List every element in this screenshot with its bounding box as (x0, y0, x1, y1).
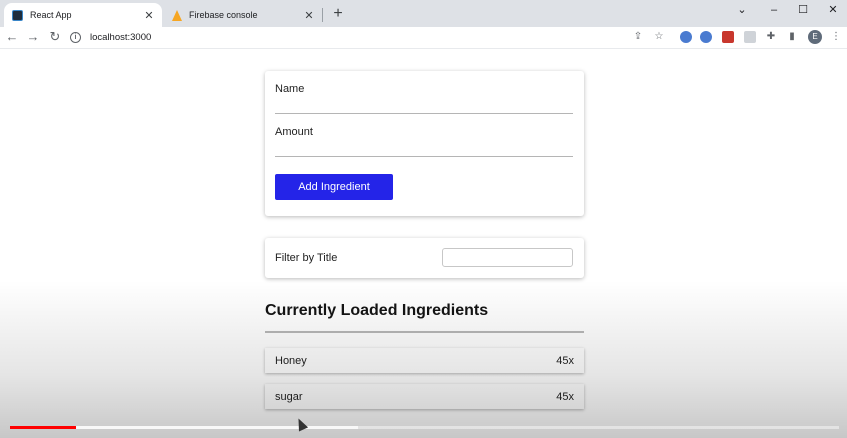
tab-title: Firebase console (189, 10, 258, 20)
ingredient-title: Honey (275, 354, 307, 367)
video-played-bar (10, 426, 77, 429)
back-arrow-icon[interactable]: ← (4, 29, 20, 45)
amount-input[interactable] (275, 156, 573, 157)
filter-card: Filter by Title (265, 238, 584, 278)
translate-extension-icon[interactable] (700, 31, 712, 43)
extension-icon[interactable] (680, 31, 692, 43)
site-info-icon[interactable]: i (70, 32, 81, 43)
ingredient-amount: 45x (556, 354, 574, 367)
bookmark-star-icon[interactable]: ☆ (653, 31, 665, 43)
browser-toolbar: ← → ↻ i localhost:3000 ⇪ ☆ ✚ ▮ E ⋮ (0, 27, 847, 49)
ingredients-heading: Currently Loaded Ingredients (265, 302, 489, 319)
forward-arrow-icon[interactable]: → (25, 29, 41, 45)
minimize-button[interactable]: – (761, 2, 787, 18)
browser-tabstrip: React App ✕ Firebase console ✕ + ⌄ – ☐ ✕ (0, 0, 847, 27)
tab-firebase-console[interactable]: Firebase console ✕ (164, 3, 322, 27)
profile-avatar[interactable]: E (808, 30, 822, 44)
browser-menu-icon[interactable]: ⋮ (830, 31, 842, 43)
tab-close-icon[interactable]: ✕ (302, 9, 316, 22)
extension-icon[interactable] (744, 31, 756, 43)
window-close-button[interactable]: ✕ (820, 2, 846, 18)
name-label: Name (275, 83, 305, 95)
address-bar[interactable]: i localhost:3000 (70, 28, 670, 47)
amount-label: Amount (275, 126, 313, 138)
video-progress-bar[interactable] (10, 426, 839, 429)
maximize-button[interactable]: ☐ (790, 2, 816, 18)
extensions-puzzle-icon[interactable]: ✚ (765, 31, 777, 43)
react-favicon-icon (12, 9, 23, 21)
ingredient-form-card: Name Amount Add Ingredient (265, 71, 584, 216)
side-panel-icon[interactable]: ▮ (786, 31, 798, 43)
tab-title: React App (30, 10, 72, 20)
heading-divider (265, 331, 584, 333)
name-input[interactable] (275, 113, 573, 114)
tab-close-icon[interactable]: ✕ (142, 9, 156, 22)
filter-label: Filter by Title (275, 252, 338, 264)
firebase-favicon-icon (172, 9, 182, 21)
reload-icon[interactable]: ↻ (47, 29, 63, 45)
ingredient-amount: 45x (556, 390, 574, 403)
tab-divider (322, 8, 323, 22)
url-text: localhost:3000 (90, 32, 152, 43)
tab-react-app[interactable]: React App ✕ (4, 3, 162, 27)
ingredient-item[interactable]: Honey 45x (265, 348, 584, 373)
add-ingredient-button[interactable]: Add Ingredient (275, 174, 393, 200)
ingredient-item[interactable]: sugar 45x (265, 384, 584, 409)
extension-icon[interactable] (722, 31, 734, 43)
share-icon[interactable]: ⇪ (632, 31, 644, 43)
filter-input[interactable] (442, 248, 573, 267)
new-tab-button[interactable]: + (330, 5, 346, 23)
ingredient-title: sugar (275, 390, 303, 403)
tab-search-icon[interactable]: ⌄ (729, 2, 755, 18)
ingredient-list: Honey 45x sugar 45x (265, 348, 584, 420)
